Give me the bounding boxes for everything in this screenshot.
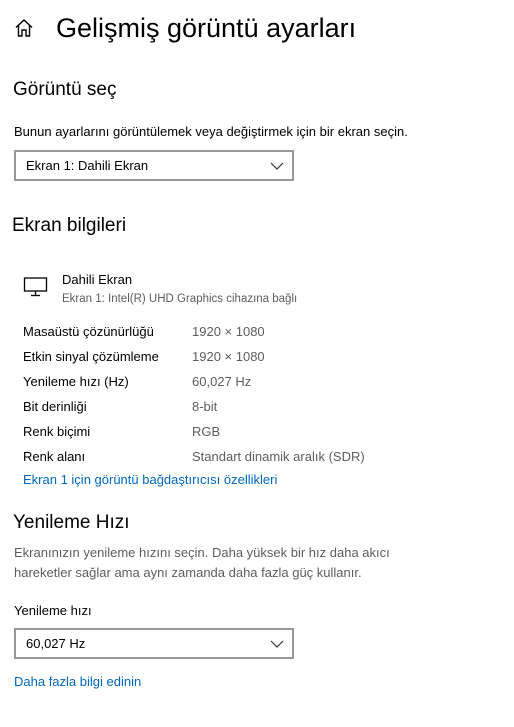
display-select-dropdown[interactable]: Ekran 1: Dahili Ekran (14, 150, 294, 181)
refresh-rate-description-line1: Ekranınızın yenileme hızını seçin. Daha … (14, 545, 390, 560)
home-icon (15, 19, 33, 37)
info-row: Renk biçimi RGB (23, 419, 493, 444)
refresh-rate-description-line2: hareketler sağlar ama aynı zamanda daha … (14, 565, 362, 580)
info-value: 1920 × 1080 (192, 324, 265, 339)
display-info-table: Masaüstü çözünürlüğü 1920 × 1080 Etkin s… (23, 319, 493, 469)
info-value: 1920 × 1080 (192, 349, 265, 364)
info-label: Masaüstü çözünürlüğü (23, 324, 154, 339)
info-row: Renk alanı Standart dinamik aralık (SDR) (23, 444, 493, 469)
refresh-rate-heading: Yenileme Hızı (13, 512, 130, 533)
refresh-rate-value: 60,027 Hz (26, 636, 86, 651)
select-display-description: Bunun ayarlarını görüntülemek veya değiş… (14, 124, 408, 139)
info-value: RGB (192, 424, 221, 439)
select-display-heading: Görüntü seç (13, 79, 117, 100)
info-label: Renk biçimi (23, 424, 91, 439)
chevron-down-icon (270, 637, 284, 651)
info-row: Masaüstü çözünürlüğü 1920 × 1080 (23, 319, 493, 344)
display-info-heading: Ekran bilgileri (12, 215, 127, 236)
info-row: Yenileme hızı (Hz) 60,027 Hz (23, 369, 493, 394)
monitor-icon (23, 276, 51, 298)
info-label: Yenileme hızı (Hz) (23, 374, 129, 389)
display-select-value: Ekran 1: Dahili Ekran (26, 158, 149, 173)
info-value: Standart dinamik aralık (SDR) (192, 449, 365, 464)
info-label: Renk alanı (23, 449, 86, 464)
display-name: Dahili Ekran (62, 272, 133, 287)
info-row: Bit derinliği 8-bit (23, 394, 493, 419)
info-value: 8-bit (192, 399, 218, 414)
display-adapter-subtitle: Ekran 1: Intel(R) UHD Graphics cihazına … (62, 293, 298, 305)
display-adapter-properties-link[interactable]: Ekran 1 için görüntü bağdaştırıcısı özel… (23, 470, 277, 490)
info-row: Etkin sinyal çözümleme 1920 × 1080 (23, 344, 493, 369)
info-value: 60,027 Hz (192, 374, 252, 389)
chevron-down-icon (270, 159, 284, 173)
home-button[interactable] (12, 16, 36, 40)
info-label: Bit derinliği (23, 399, 87, 414)
refresh-rate-dropdown[interactable]: 60,027 Hz (14, 628, 294, 659)
info-label: Etkin sinyal çözümleme (23, 349, 159, 364)
page-title: Gelişmiş görüntü ayarları (56, 13, 357, 43)
more-info-link[interactable]: Daha fazla bilgi edinin (14, 672, 141, 692)
refresh-rate-field-label: Yenileme hızı (14, 603, 92, 618)
